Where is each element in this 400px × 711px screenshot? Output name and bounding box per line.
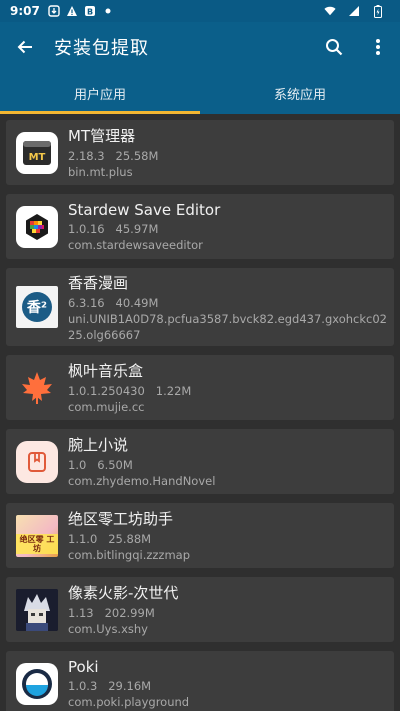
app-name: 绝区零工坊助手	[68, 510, 174, 528]
app-name: Poki	[68, 657, 99, 676]
app-name: 腕上小说	[68, 436, 129, 454]
app-package: uni.UNIB1A0D78.pcfua3587.bvck82.egd437.g…	[68, 311, 387, 342]
list-item[interactable]: 像素火影-次世代 1.13 202.99M com.Uys.xshy	[6, 577, 394, 642]
more-vert-icon	[376, 39, 380, 55]
poki-icon	[16, 662, 58, 705]
app-version: 2.18.3	[68, 149, 105, 163]
app-package: com.bitlingqi.zzzmap	[68, 548, 191, 562]
notification-icon: B	[84, 5, 96, 17]
list-item[interactable]: 绝区零 工坊 绝区零工坊助手 1.1.0 25.88M com.bitlingq…	[6, 503, 394, 568]
app-version: 1.0.1.250430	[68, 384, 145, 398]
list-item[interactable]: Poki 1.0.3 29.16M com.poki.playground	[6, 651, 394, 711]
maple-leaf-icon	[16, 367, 58, 409]
mt-manager-icon: MT	[16, 131, 58, 174]
app-version: 1.0.16	[68, 221, 105, 236]
app-bar: 安装包提取	[0, 22, 400, 72]
wrist-novel-icon	[16, 440, 58, 483]
more-options-button[interactable]	[356, 22, 400, 72]
app-name: 像素火影-次世代	[68, 584, 179, 602]
wifi-icon	[324, 5, 336, 17]
search-button[interactable]	[312, 22, 356, 72]
signal-icon	[348, 5, 360, 17]
app-package: com.mujie.cc	[68, 400, 145, 414]
app-size: 29.16M	[108, 678, 152, 693]
list-item[interactable]: MT MT管理器 2.18.3 25.58M bin.mt.plus	[6, 120, 394, 185]
tab-user-apps[interactable]: 用户应用	[0, 72, 200, 114]
zzz-workshop-icon: 绝区零 工坊	[16, 514, 58, 557]
app-list[interactable]: MT MT管理器 2.18.3 25.58M bin.mt.plus Stard…	[0, 114, 400, 711]
app-package: com.Uys.xshy	[68, 622, 148, 636]
tab-bar: 用户应用 系统应用	[0, 72, 400, 114]
xiangxiang-comic-icon: 香²	[16, 286, 58, 328]
list-item[interactable]: Stardew Save Editor 1.0.16 45.97M com.st…	[6, 194, 394, 259]
app-size: 25.58M	[115, 149, 159, 163]
list-item[interactable]: 香² 香香漫画 6.3.16 40.49M uni.UNIB1A0D78.pcf…	[6, 268, 394, 346]
app-name: 枫叶音乐盒	[68, 362, 144, 380]
app-size: 45.97M	[115, 221, 159, 236]
dot-icon	[102, 5, 114, 17]
status-time: 9:07	[10, 4, 40, 18]
search-icon	[326, 39, 343, 56]
app-size: 1.22M	[155, 384, 192, 398]
app-name: Stardew Save Editor	[68, 200, 221, 219]
app-version: 1.0.3	[68, 678, 98, 693]
battery-icon	[372, 4, 384, 18]
alert-icon	[66, 5, 78, 17]
download-icon	[48, 5, 60, 17]
app-size: 40.49M	[115, 295, 159, 310]
status-bar: 9:07 B	[0, 0, 400, 22]
app-size: 25.88M	[108, 532, 152, 546]
app-name: 香香漫画	[68, 273, 129, 292]
app-size: 6.50M	[97, 458, 133, 472]
list-item[interactable]: 腕上小说 1.0 6.50M com.zhydemo.HandNovel	[6, 429, 394, 494]
list-item[interactable]: 枫叶音乐盒 1.0.1.250430 1.22M com.mujie.cc	[6, 355, 394, 420]
stardew-save-editor-icon	[16, 205, 58, 248]
app-package: bin.mt.plus	[68, 165, 133, 179]
app-version: 6.3.16	[68, 295, 105, 310]
xiangxiang-logo-text: 香²	[22, 292, 52, 322]
app-size: 202.99M	[104, 606, 155, 620]
app-name: MT管理器	[68, 127, 136, 145]
svg-text:MT: MT	[29, 152, 46, 163]
app-package: com.zhydemo.HandNovel	[68, 474, 216, 488]
app-package: com.poki.playground	[68, 694, 190, 709]
zzz-logo-text: 绝区零 工坊	[16, 533, 58, 554]
app-version: 1.1.0	[68, 532, 98, 546]
app-package: com.stardewsaveeditor	[68, 237, 203, 252]
app-version: 1.0	[68, 458, 87, 472]
page-title: 安装包提取	[54, 38, 149, 59]
arrow-left-icon	[17, 40, 32, 54]
back-button[interactable]	[0, 22, 50, 72]
svg-text:B: B	[87, 7, 93, 16]
app-version: 1.13	[68, 606, 94, 620]
pixel-naruto-icon	[16, 588, 58, 631]
tab-system-apps[interactable]: 系统应用	[200, 72, 400, 114]
